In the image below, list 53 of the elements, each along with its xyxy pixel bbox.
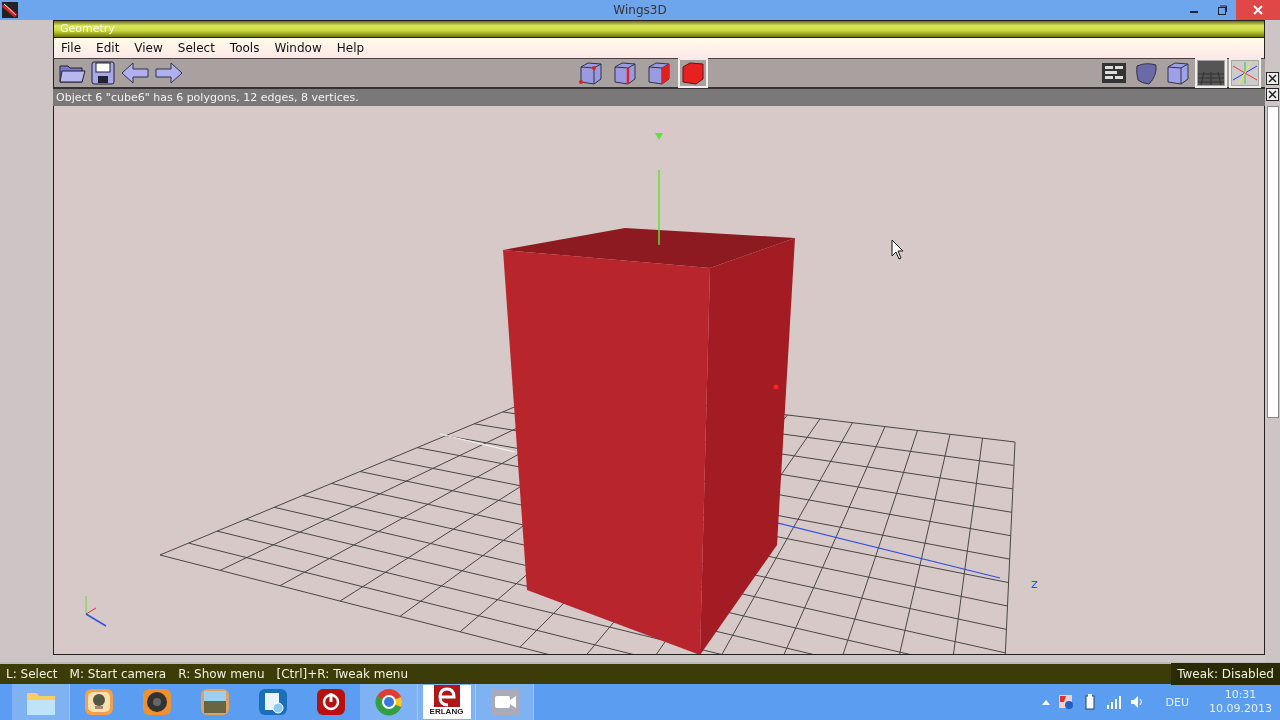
window-title: Geometry	[60, 22, 115, 35]
menu-item[interactable]: Help	[333, 41, 377, 55]
view-toggle-button[interactable]	[1229, 58, 1261, 88]
mouse-hint: L: Select	[6, 667, 58, 681]
scrollbar[interactable]	[1266, 106, 1279, 418]
save-icon[interactable]	[90, 60, 116, 86]
smooth-shaded-icon	[1133, 60, 1159, 86]
flag-icon[interactable]	[1057, 694, 1074, 710]
close-box-icon[interactable]	[1266, 88, 1279, 101]
axis-label: z	[1031, 576, 1038, 591]
power-icon	[315, 687, 347, 717]
face-mode-icon	[645, 60, 672, 86]
menu-item[interactable]: Tools	[226, 41, 272, 55]
mouse-hint: R: Show menu	[178, 667, 265, 681]
chevron-up-icon[interactable]	[1041, 699, 1050, 705]
webcam-icon	[83, 687, 115, 717]
mouse-cursor-icon	[891, 239, 904, 260]
vertex-mode-icon	[577, 60, 604, 86]
menu-item[interactable]: File	[58, 41, 94, 55]
right-arrow-icon[interactable]	[154, 60, 184, 86]
settings-icon	[257, 687, 289, 717]
axis-gizmo-icon	[85, 595, 107, 627]
menu-item[interactable]: Edit	[93, 41, 132, 55]
erlang-logo-icon	[433, 685, 460, 707]
edge-mode-icon	[611, 60, 638, 86]
menu-item[interactable]: View	[131, 41, 175, 55]
mouse-hint: [Ctrl]+R: Tweak menu	[276, 667, 409, 681]
signal-bars-icon[interactable]	[1105, 694, 1122, 710]
app-icon	[2, 2, 18, 18]
restore-icon	[1217, 5, 1227, 15]
app-label: ERLANG	[429, 707, 464, 717]
view-toggle-button[interactable]	[1195, 58, 1227, 88]
speaker-icon	[141, 687, 173, 717]
y-axis-marker-icon	[655, 133, 663, 140]
flat-cube-icon	[1165, 60, 1191, 86]
window-title: Wings3D	[613, 3, 667, 17]
selection-mode-button[interactable]	[677, 58, 708, 88]
menu-item[interactable]: Window	[271, 41, 334, 55]
taskbar-app-button[interactable]	[360, 684, 418, 720]
close-icon	[1253, 5, 1263, 15]
tweak-status: Tweak: Disabled	[1171, 663, 1280, 685]
close-box-icon[interactable]	[1266, 72, 1279, 85]
clock-date: 10.09.2013	[1209, 702, 1272, 716]
document-box-icon	[199, 687, 231, 717]
close-button[interactable]	[1236, 0, 1280, 20]
mouse-hint: M: Start camera	[69, 667, 167, 681]
video-camera-icon	[488, 687, 521, 717]
left-arrow-icon[interactable]	[120, 60, 150, 86]
taskbar-app-button[interactable]: ERLANG	[418, 684, 476, 720]
object-info-text: Object 6 "cube6" has 6 polygons, 12 edges, 8 vertices.	[56, 91, 359, 104]
menu-item[interactable]: Select	[174, 41, 227, 55]
clock-time: 10:31	[1224, 688, 1257, 702]
axes-icon	[1231, 60, 1259, 86]
